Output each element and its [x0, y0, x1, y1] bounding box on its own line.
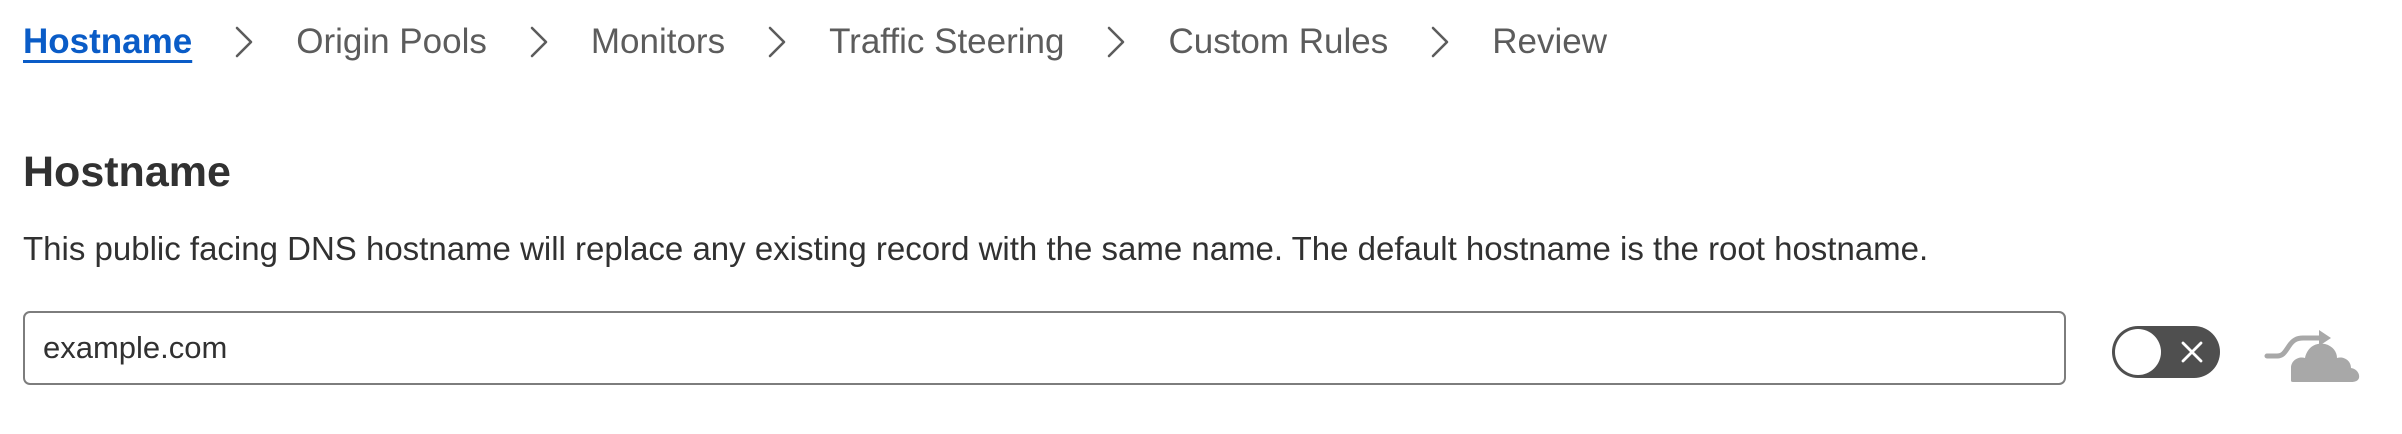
step-origin-pools[interactable]: Origin Pools — [296, 18, 487, 66]
chevron-right-icon — [229, 18, 259, 66]
chevron-right-icon — [1101, 18, 1131, 66]
hostname-input[interactable] — [23, 311, 2066, 385]
toggle-knob — [2115, 329, 2161, 375]
proxy-toggle[interactable] — [2112, 326, 2220, 378]
load-balancer-wizard: Hostname Origin Pools Monitors Traffic S… — [0, 0, 2402, 434]
chevron-right-icon — [524, 18, 554, 66]
step-monitors[interactable]: Monitors — [591, 18, 725, 66]
step-hostname[interactable]: Hostname — [23, 18, 192, 66]
cloud-proxy-icon — [2263, 320, 2363, 388]
step-custom-rules[interactable]: Custom Rules — [1168, 18, 1388, 66]
section-description: This public facing DNS hostname will rep… — [23, 230, 1929, 267]
chevron-right-icon — [762, 18, 792, 66]
step-traffic-steering[interactable]: Traffic Steering — [829, 18, 1064, 66]
close-icon — [2180, 340, 2204, 364]
wizard-steps-breadcrumb: Hostname Origin Pools Monitors Traffic S… — [23, 18, 1607, 66]
section-title: Hostname — [23, 148, 231, 196]
step-review[interactable]: Review — [1492, 18, 1607, 66]
chevron-right-icon — [1425, 18, 1455, 66]
